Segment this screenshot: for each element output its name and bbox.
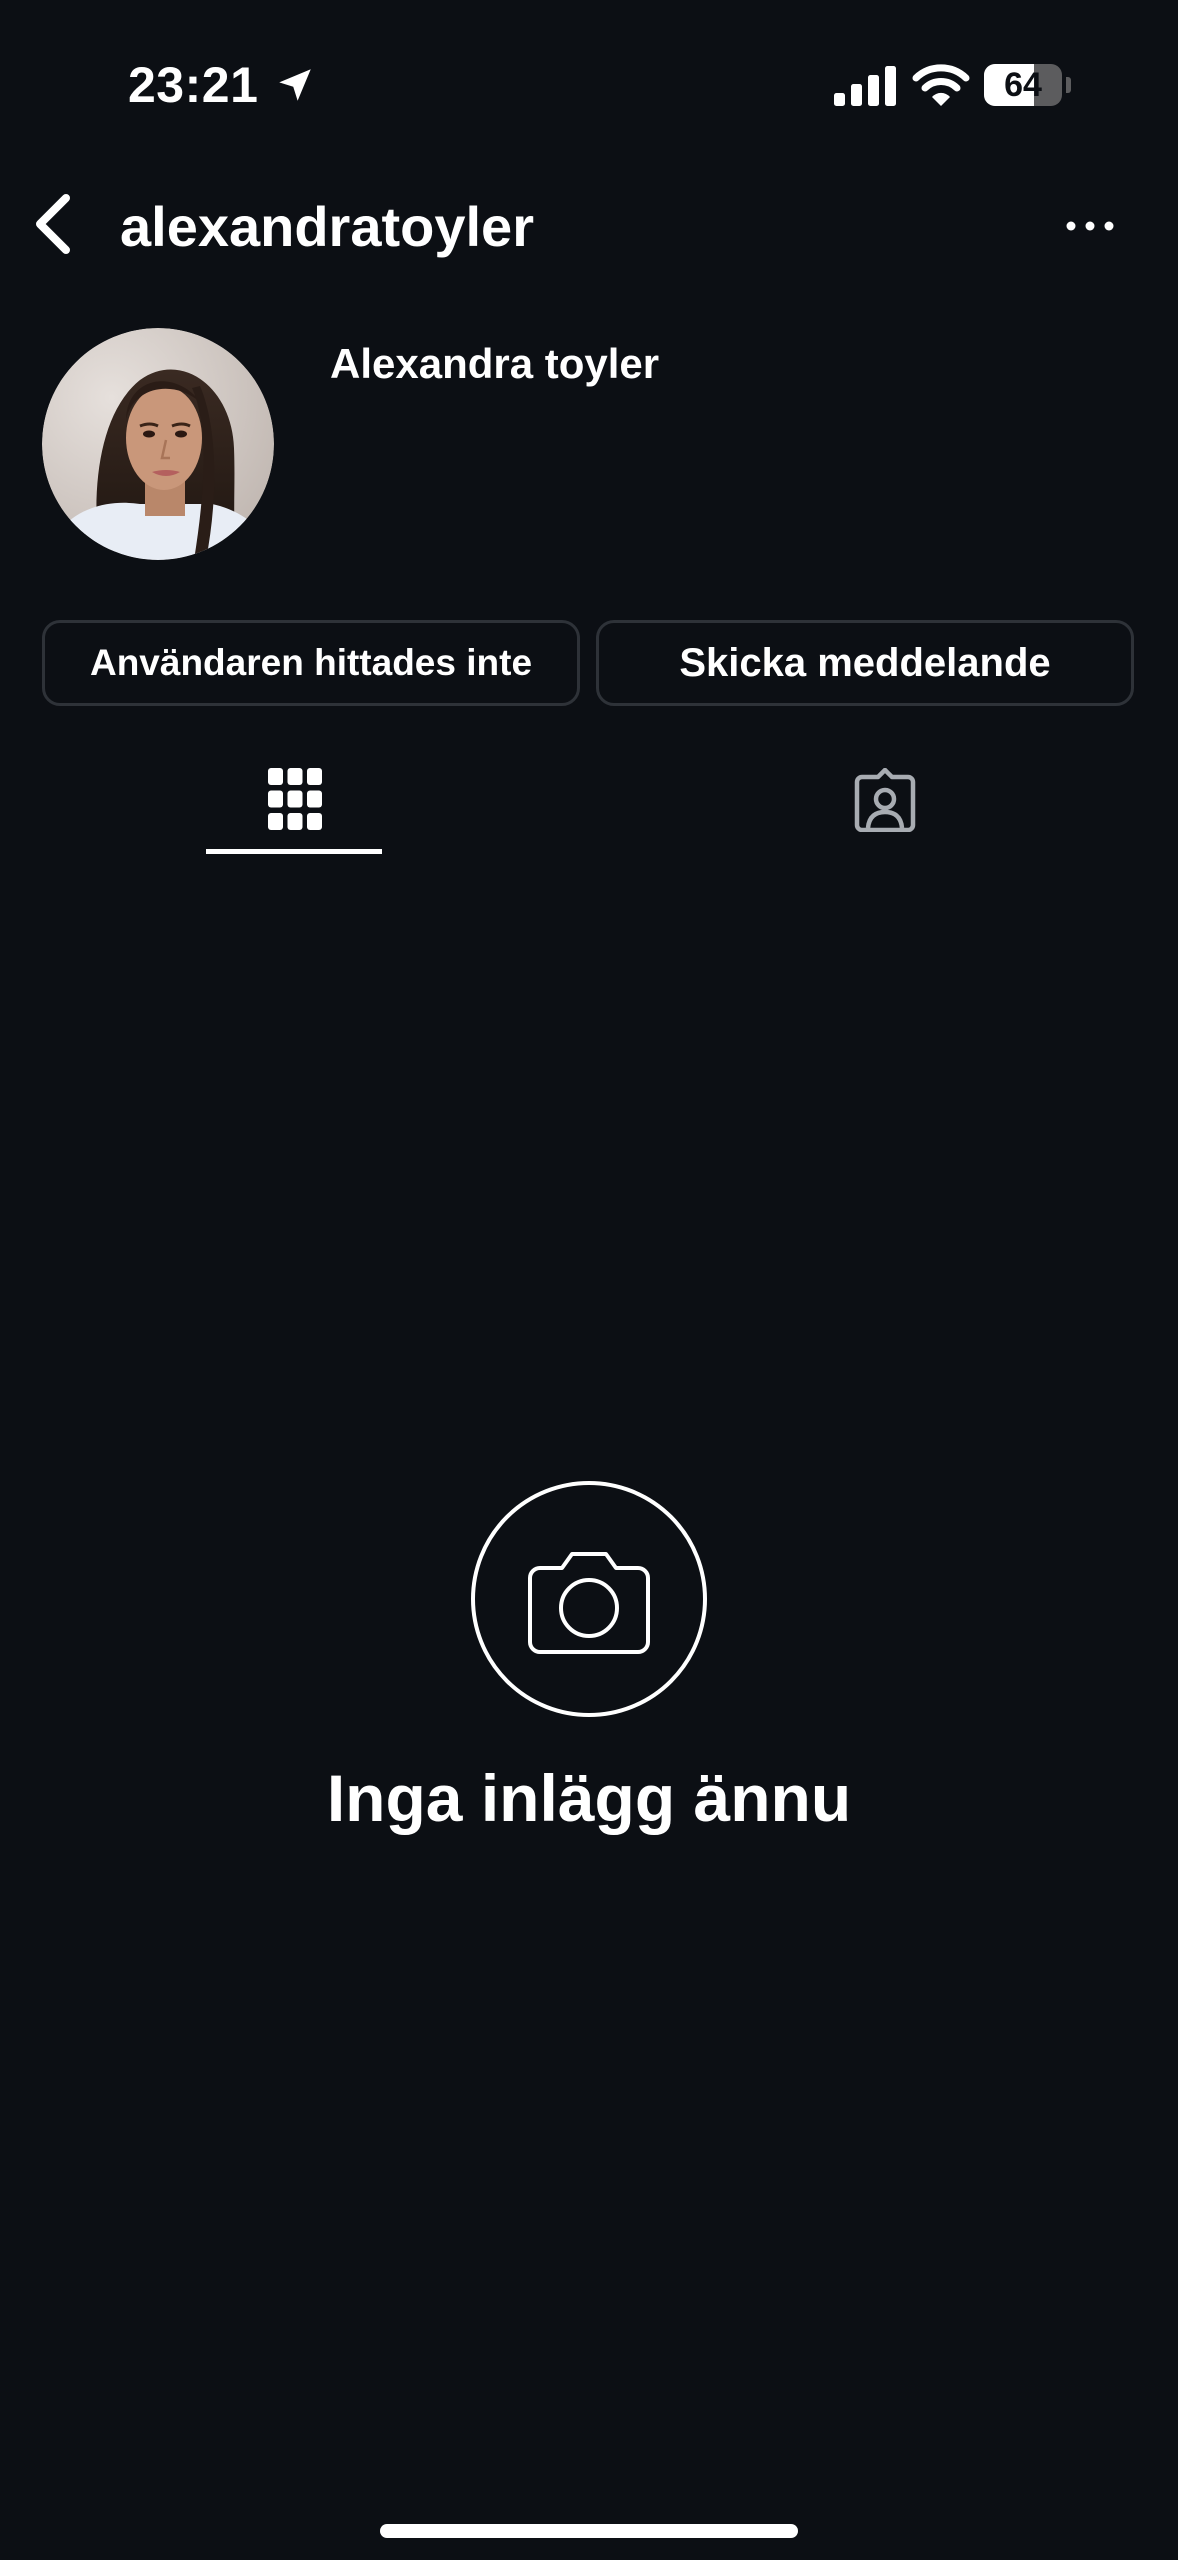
- tagged-person-icon: [854, 768, 916, 832]
- battery-icon: 64: [984, 64, 1062, 106]
- tab-tagged[interactable]: [796, 750, 972, 860]
- display-name: Alexandra toyler: [330, 340, 660, 387]
- status-time: 23:21: [128, 57, 259, 113]
- empty-state-text: Inga inlägg ännu: [326, 1761, 852, 1835]
- page-title-username: alexandratoyler: [120, 195, 534, 258]
- home-indicator[interactable]: [380, 2524, 798, 2538]
- profile-screen: 23:21 64 alexandratoyler Alexandra toyle…: [0, 0, 1178, 2560]
- location-arrow-icon: [279, 69, 311, 101]
- chevron-left-icon[interactable]: [30, 192, 78, 256]
- status-bar: 23:21 64: [0, 0, 1178, 150]
- camera-icon: [471, 1481, 707, 1717]
- cellular-signal-icon: [834, 66, 896, 106]
- wifi-icon: [912, 64, 970, 106]
- battery-level: 64: [1004, 66, 1042, 104]
- ellipsis-icon[interactable]: [1066, 218, 1114, 234]
- send-message-button[interactable]: Skicka meddelande: [596, 620, 1134, 706]
- tab-posts-grid[interactable]: [206, 750, 382, 860]
- tab-selected-indicator: [206, 849, 382, 854]
- battery-nub: [1066, 77, 1071, 93]
- grid-icon: [268, 768, 322, 830]
- avatar[interactable]: [42, 328, 274, 560]
- user-not-found-button[interactable]: Användaren hittades inte: [42, 620, 580, 706]
